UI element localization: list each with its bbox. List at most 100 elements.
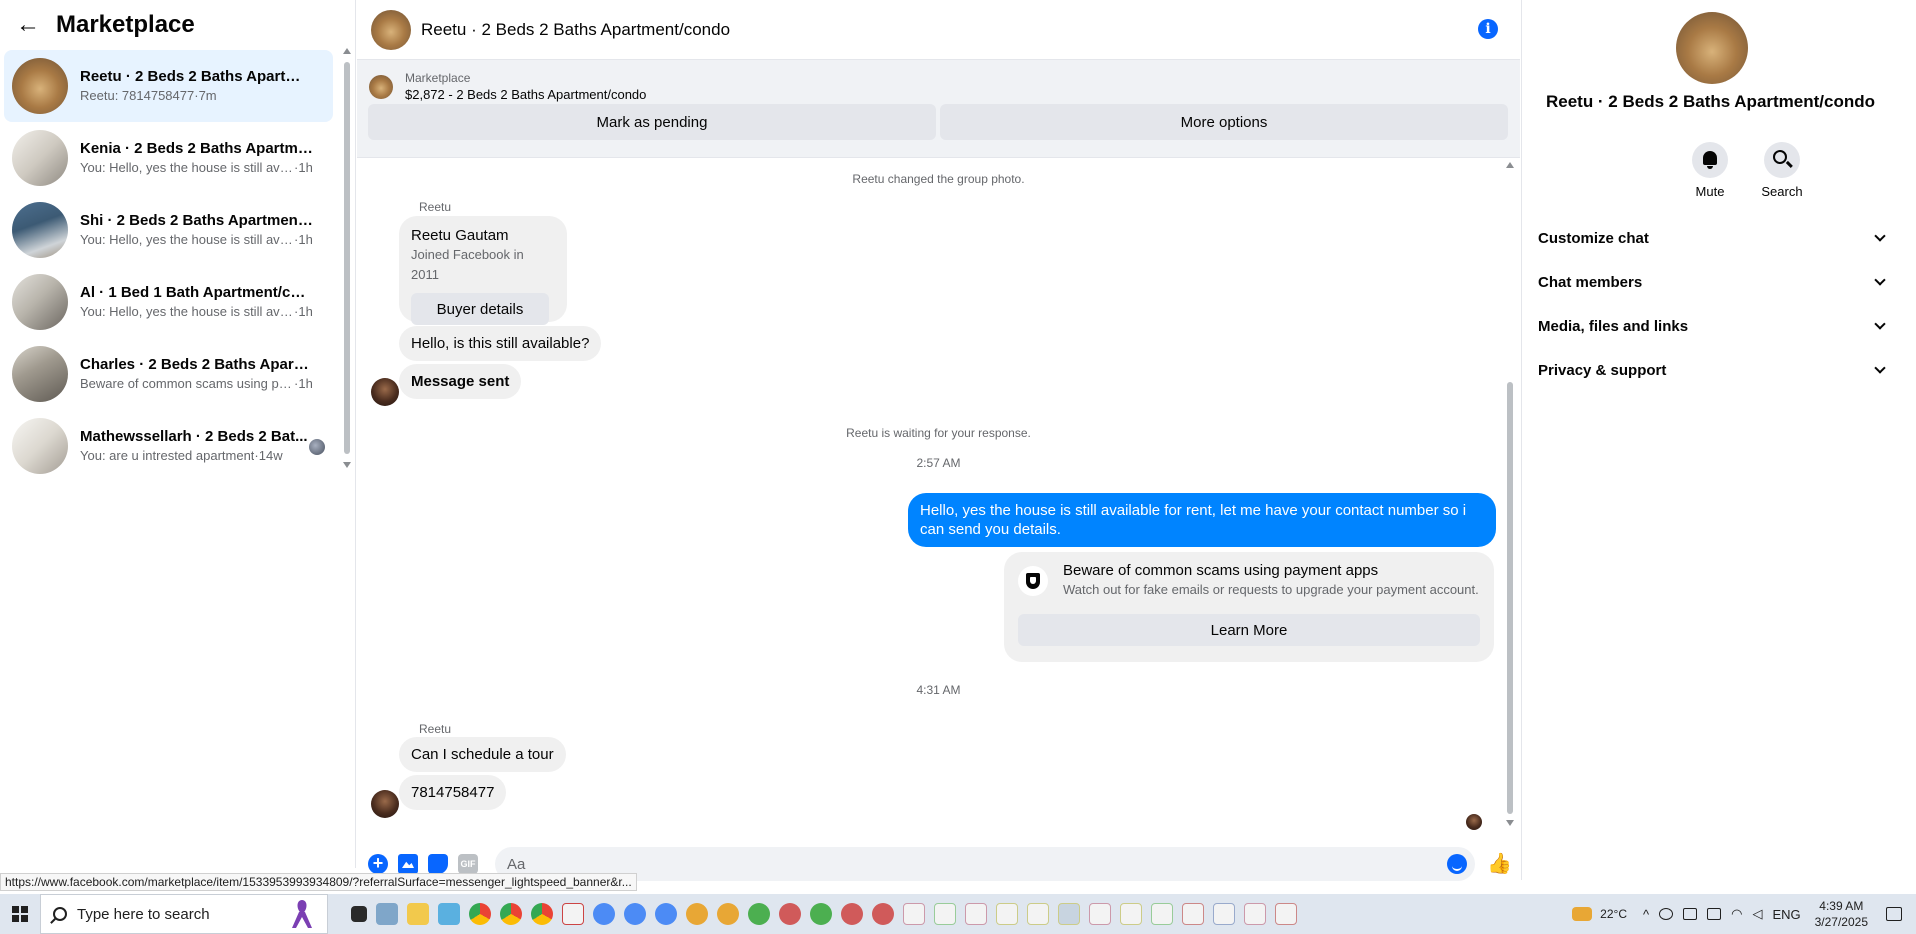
document-icon[interactable] <box>1243 903 1266 925</box>
incoming-message: Hello, is this still available? <box>399 326 602 361</box>
scam-warning-subtitle: Watch out for fake emails or requests to… <box>1063 582 1479 597</box>
system-note: Reetu changed the group photo. <box>852 172 1025 186</box>
sender-label: Reetu <box>419 722 452 736</box>
document-icon[interactable] <box>1150 903 1173 925</box>
document-icon[interactable] <box>1119 903 1142 925</box>
chrome-profile-icon[interactable] <box>809 903 832 925</box>
chrome-icon[interactable] <box>530 903 553 925</box>
language-indicator[interactable]: ENG <box>1772 907 1800 922</box>
document-icon[interactable] <box>902 903 925 925</box>
scroll-up-icon[interactable] <box>343 48 351 54</box>
task-view-icon[interactable] <box>350 906 367 922</box>
document-icon[interactable] <box>995 903 1018 925</box>
document-icon[interactable] <box>964 903 987 925</box>
sidebar-scrollbar[interactable] <box>343 48 351 468</box>
section-label: Privacy & support <box>1538 361 1667 379</box>
weather-icon <box>1572 907 1593 921</box>
plus-icon[interactable]: + <box>368 854 388 874</box>
chrome-profile-icon[interactable] <box>685 903 708 925</box>
listing-info[interactable]: Marketplace $2,872 - 2 Beds 2 Baths Apar… <box>357 60 1520 104</box>
conversation-item-shi[interactable]: Shi · 2 Beds 2 Baths Apartment/... You: … <box>4 194 333 266</box>
timestamp: 4:31 AM <box>916 683 961 697</box>
chrome-profile-icon[interactable] <box>592 903 615 925</box>
emoji-icon[interactable] <box>1447 854 1467 874</box>
conversation-item-mathewssellarh[interactable]: Mathewssellarh · 2 Beds 2 Bat... You: ar… <box>4 410 333 482</box>
awareness-ribbon-icon[interactable] <box>288 898 316 930</box>
conversation-name: Charles · 2 Beds 2 Baths Apartm... <box>80 356 313 373</box>
section-privacy-support[interactable]: Privacy & support <box>1538 352 1890 388</box>
scroll-up-icon[interactable] <box>1506 162 1514 168</box>
notepad-icon[interactable] <box>437 903 460 925</box>
document-icon[interactable] <box>1181 903 1204 925</box>
search-button[interactable]: Search <box>1747 142 1817 199</box>
more-options-button[interactable]: More options <box>940 104 1508 140</box>
chat-scrollbar[interactable] <box>1506 162 1514 826</box>
chrome-profile-icon[interactable] <box>778 903 801 925</box>
scrollbar-thumb[interactable] <box>1507 382 1513 814</box>
conversation-item-charles[interactable]: Charles · 2 Beds 2 Baths Apartm... Bewar… <box>4 338 333 410</box>
scroll-down-icon[interactable] <box>1506 820 1514 826</box>
tray-app-icon[interactable] <box>1659 908 1674 920</box>
waiting-note: Reetu is waiting for your response. <box>846 426 1031 440</box>
sender-avatar[interactable] <box>371 378 399 406</box>
thumbs-up-icon[interactable]: 👍 <box>1487 852 1512 876</box>
conversation-item-al[interactable]: Al · 1 Bed 1 Bath Apartment/con... You: … <box>4 266 333 338</box>
mark-as-pending-button[interactable]: Mark as pending <box>368 104 936 140</box>
chrome-profile-icon[interactable] <box>747 903 770 925</box>
scrollbar-thumb[interactable] <box>344 62 350 454</box>
mute-button[interactable]: Mute <box>1675 142 1745 199</box>
section-media-files-links[interactable]: Media, files and links <box>1538 308 1890 344</box>
back-arrow-icon[interactable]: ← <box>16 13 40 37</box>
conversation-avatar[interactable] <box>1676 12 1748 84</box>
start-button[interactable] <box>0 894 40 934</box>
chrome-profile-icon[interactable] <box>716 903 739 925</box>
chevron-down-icon <box>1874 362 1886 374</box>
clock[interactable]: 4:39 AM 3/27/2025 <box>1815 898 1868 930</box>
scroll-down-icon[interactable] <box>343 462 351 468</box>
document-icon[interactable] <box>933 903 956 925</box>
document-icon[interactable] <box>1212 903 1235 925</box>
search-label: Search <box>1761 184 1803 199</box>
document-icon[interactable] <box>1088 903 1111 925</box>
chrome-profile-icon[interactable] <box>871 903 894 925</box>
file-explorer-icon[interactable] <box>406 903 429 925</box>
learn-more-button[interactable]: Learn More <box>1018 614 1480 646</box>
mute-label: Mute <box>1695 184 1725 199</box>
chrome-profile-icon[interactable] <box>654 903 677 925</box>
conversation-title: Reetu · 2 Beds 2 Baths Apartment/condo <box>1545 92 1876 111</box>
sidebar-title: Marketplace <box>56 11 195 38</box>
buyer-details-button[interactable]: Buyer details <box>411 293 549 325</box>
document-icon[interactable] <box>561 903 584 925</box>
taskbar-search[interactable]: Type here to search <box>40 894 328 934</box>
document-icon[interactable] <box>1026 903 1049 925</box>
message-input[interactable] <box>495 847 1475 881</box>
chevron-up-icon[interactable]: ^ <box>1643 907 1649 922</box>
section-customize-chat[interactable]: Customize chat <box>1538 220 1890 256</box>
chat-avatar[interactable] <box>371 9 411 50</box>
chrome-profile-icon[interactable] <box>623 903 646 925</box>
outgoing-message: Hello, yes the house is still available … <box>908 493 1496 547</box>
section-chat-members[interactable]: Chat members <box>1538 264 1890 300</box>
document-icon-active[interactable] <box>1057 903 1080 925</box>
document-icon[interactable] <box>1274 903 1297 925</box>
chrome-icon[interactable] <box>499 903 522 925</box>
chrome-profile-icon[interactable] <box>840 903 863 925</box>
chat-title[interactable]: Reetu · 2 Beds 2 Baths Apartment/condo <box>421 20 730 40</box>
notification-icon[interactable] <box>1886 907 1902 921</box>
chrome-icon[interactable] <box>468 903 491 925</box>
conversation-item-reetu[interactable]: Reetu · 2 Beds 2 Baths Apartme... Reetu:… <box>4 50 333 122</box>
weather-widget[interactable]: 22°C <box>1572 907 1627 921</box>
wifi-icon[interactable]: ◠ <box>1731 906 1742 922</box>
conversation-item-kenia[interactable]: Kenia · 2 Beds 2 Baths Apartmen... You: … <box>4 122 333 194</box>
tray-app-icon[interactable] <box>1683 908 1698 920</box>
tray-app-icon[interactable] <box>1707 908 1722 920</box>
volume-icon[interactable]: ◁ <box>1752 906 1762 922</box>
info-icon[interactable]: i <box>1478 19 1498 39</box>
message-list: Reetu changed the group photo. Reetu Ree… <box>357 158 1520 818</box>
photo-icon[interactable] <box>398 854 418 874</box>
gif-icon[interactable]: GIF <box>458 854 478 874</box>
conversation-time: 7m <box>198 88 217 103</box>
sender-avatar[interactable] <box>371 790 399 818</box>
sticker-icon[interactable] <box>428 854 448 874</box>
app-icon[interactable] <box>375 903 398 925</box>
